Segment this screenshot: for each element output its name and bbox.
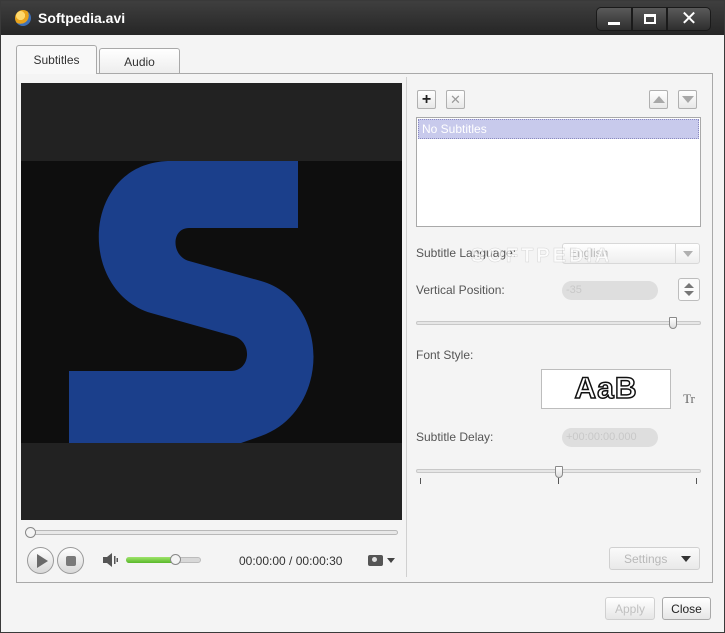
- play-icon: [36, 553, 48, 568]
- chevron-down-icon: [387, 557, 395, 563]
- play-button[interactable]: [27, 547, 54, 574]
- remove-icon: ✕: [450, 91, 461, 107]
- tab-subtitles[interactable]: Subtitles: [16, 45, 97, 74]
- remove-subtitle-button[interactable]: ✕: [446, 90, 465, 109]
- seek-bar[interactable]: [26, 530, 398, 535]
- minimize-button[interactable]: [596, 7, 632, 31]
- apply-button[interactable]: Apply: [605, 597, 655, 620]
- font-settings-button[interactable]: Tr: [679, 390, 699, 408]
- total-time: 00:00:30: [295, 554, 343, 568]
- move-down-button[interactable]: [678, 90, 697, 109]
- softpedia-watermark: SOFTPEDIA: [471, 245, 613, 268]
- subtitle-delay-slider-thumb[interactable]: [555, 466, 563, 478]
- close-button[interactable]: Close: [662, 597, 711, 620]
- arrow-down-icon: [681, 96, 694, 103]
- panel-divider: [406, 77, 407, 577]
- font-icon: Tr: [683, 391, 695, 406]
- vertical-position-slider-thumb[interactable]: [669, 317, 677, 329]
- time-separator: /: [285, 554, 296, 568]
- camera-icon: [368, 554, 383, 566]
- app-icon: [15, 10, 31, 26]
- chevron-down-icon: [682, 250, 693, 257]
- window-title: Softpedia.avi: [38, 10, 126, 26]
- video-frame-image: [69, 161, 314, 443]
- video-frame: [21, 161, 402, 443]
- snapshot-button[interactable]: [368, 550, 400, 570]
- subtitle-list[interactable]: No Subtitles: [416, 117, 701, 227]
- maximize-icon: [643, 14, 656, 24]
- current-time: 00:00:00: [239, 554, 286, 568]
- font-preview-text: AaB: [574, 371, 638, 406]
- vertical-position-stepper[interactable]: [678, 278, 700, 301]
- dialog-window: Softpedia.avi ✕ Subtitles Audio 00:00:00…: [0, 0, 725, 633]
- close-icon: ✕: [680, 8, 698, 30]
- list-item[interactable]: No Subtitles: [418, 119, 699, 139]
- settings-button[interactable]: Settings: [609, 547, 700, 570]
- volume-icon[interactable]: [102, 553, 118, 567]
- slider-tick: [420, 478, 421, 484]
- plus-icon: +: [421, 90, 432, 108]
- font-style-label: Font Style:: [416, 348, 474, 362]
- title-bar: Softpedia.avi ✕: [1, 1, 724, 35]
- stop-button[interactable]: [57, 547, 84, 574]
- subtitle-delay-input[interactable]: +00:00:00.000: [562, 428, 658, 447]
- move-up-button[interactable]: [649, 90, 668, 109]
- slider-tick: [696, 478, 697, 484]
- seek-thumb[interactable]: [25, 527, 36, 538]
- add-subtitle-button[interactable]: +: [417, 90, 436, 109]
- vertical-position-input[interactable]: -35: [562, 281, 658, 300]
- volume-level-fill: [126, 557, 176, 563]
- settings-label: Settings: [624, 551, 668, 566]
- volume-slider-thumb[interactable]: [170, 554, 181, 565]
- video-preview: [21, 83, 402, 520]
- minimize-icon: [608, 21, 620, 25]
- stop-icon: [65, 555, 76, 566]
- maximize-button[interactable]: [632, 7, 667, 31]
- tab-audio[interactable]: Audio: [99, 48, 180, 75]
- stepper-down-icon: [684, 291, 694, 297]
- chevron-down-icon: [681, 555, 692, 562]
- vertical-position-label: Vertical Position:: [416, 283, 505, 297]
- stepper-up-icon: [684, 282, 694, 288]
- vertical-position-slider[interactable]: [416, 321, 701, 325]
- font-style-preview: AaB: [541, 369, 671, 409]
- dropdown-arrow: [675, 244, 699, 263]
- close-window-button[interactable]: ✕: [667, 7, 711, 31]
- slider-tick: [558, 478, 559, 484]
- subtitle-delay-label: Subtitle Delay:: [416, 430, 494, 444]
- arrow-up-icon: [652, 96, 665, 103]
- playback-time: 00:00:00 / 00:00:30: [239, 554, 342, 568]
